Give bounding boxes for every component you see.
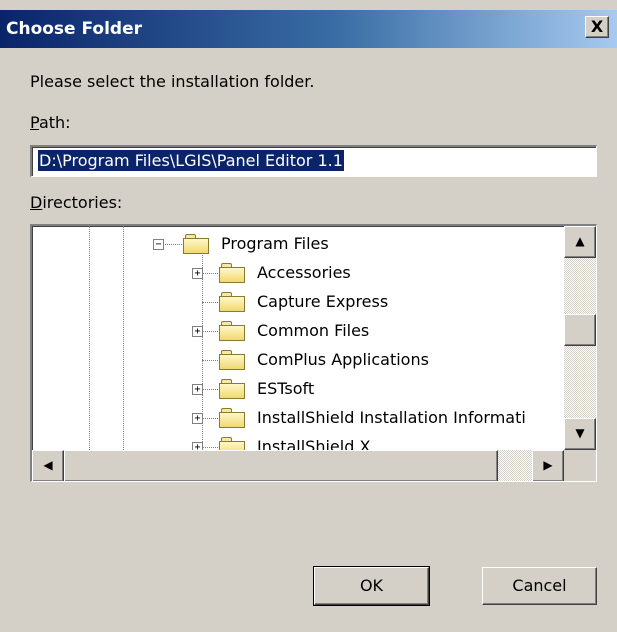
tree-item-complus-applications[interactable]: ComPlus Applications (32, 346, 564, 375)
tree-item-label: InstallShield Installation Informati (257, 408, 526, 427)
window-title: Choose Folder (6, 19, 143, 39)
tree-item-installshield-x[interactable]: + InstallShield X (32, 433, 564, 450)
folder-icon (219, 408, 247, 428)
scroll-right-button[interactable]: ▶ (532, 450, 564, 481)
folder-open-icon (183, 234, 211, 254)
title-bar[interactable]: Choose Folder X (0, 10, 617, 48)
close-icon: X (590, 17, 604, 36)
directory-tree[interactable]: − Program Files + Accessories Capture Ex… (30, 224, 597, 482)
expand-icon[interactable]: + (192, 326, 203, 337)
arrow-left-icon: ◀ (43, 458, 53, 472)
tree-item-label: ComPlus Applications (257, 350, 429, 369)
cancel-button[interactable]: Cancel (482, 567, 597, 605)
arrow-up-icon: ▲ (575, 234, 585, 248)
tree-item-label: Program Files (221, 234, 329, 253)
tree-item-accessories[interactable]: + Accessories (32, 259, 564, 288)
close-button[interactable]: X (585, 16, 609, 38)
folder-icon (219, 437, 247, 450)
directories-label: Directories: (30, 193, 123, 212)
tree-item-capture-express[interactable]: Capture Express (32, 288, 564, 317)
folder-icon (219, 263, 247, 283)
scroll-down-button[interactable]: ▼ (564, 418, 596, 450)
expand-icon[interactable]: + (192, 384, 203, 395)
scrollbar-corner (564, 450, 596, 481)
horizontal-scrollbar[interactable]: ◀ ▶ (32, 450, 564, 481)
instruction-text: Please select the installation folder. (30, 72, 315, 91)
tree-item-program-files[interactable]: − Program Files (32, 230, 564, 259)
ok-button[interactable]: OK (313, 566, 430, 606)
folder-icon (219, 292, 247, 312)
folder-icon (219, 350, 247, 370)
horizontal-scroll-thumb[interactable] (64, 450, 498, 481)
tree-item-label: ESTsoft (257, 379, 315, 398)
vertical-scrollbar[interactable]: ▲ ▼ (564, 226, 596, 450)
path-input-value: D:\Program Files\LGIS\Panel Editor 1.1 (38, 150, 344, 171)
tree-item-installshield-installation-information[interactable]: + InstallShield Installation Informati (32, 404, 564, 433)
tree-item-label: Common Files (257, 321, 370, 340)
tree-item-label: Accessories (257, 263, 351, 282)
tree-item-common-files[interactable]: + Common Files (32, 317, 564, 346)
choose-folder-dialog: Choose Folder X Please select the instal… (0, 0, 617, 632)
path-input[interactable]: D:\Program Files\LGIS\Panel Editor 1.1 (30, 145, 597, 177)
tree-view[interactable]: − Program Files + Accessories Capture Ex… (32, 226, 564, 450)
folder-icon (219, 379, 247, 399)
scroll-left-button[interactable]: ◀ (32, 450, 64, 481)
tree-item-estsoft[interactable]: + ESTsoft (32, 375, 564, 404)
tree-item-label: InstallShield X (257, 437, 371, 450)
expand-icon[interactable]: + (192, 442, 203, 450)
collapse-icon[interactable]: − (153, 239, 164, 250)
path-label: Path: (30, 113, 71, 132)
tree-item-label: Capture Express (257, 292, 389, 311)
expand-icon[interactable]: + (192, 268, 203, 279)
arrow-down-icon: ▼ (575, 426, 585, 440)
expand-icon[interactable]: + (192, 413, 203, 424)
scroll-up-button[interactable]: ▲ (564, 226, 596, 258)
vertical-scroll-thumb[interactable] (564, 314, 596, 346)
folder-icon (219, 321, 247, 341)
arrow-right-icon: ▶ (543, 458, 553, 472)
